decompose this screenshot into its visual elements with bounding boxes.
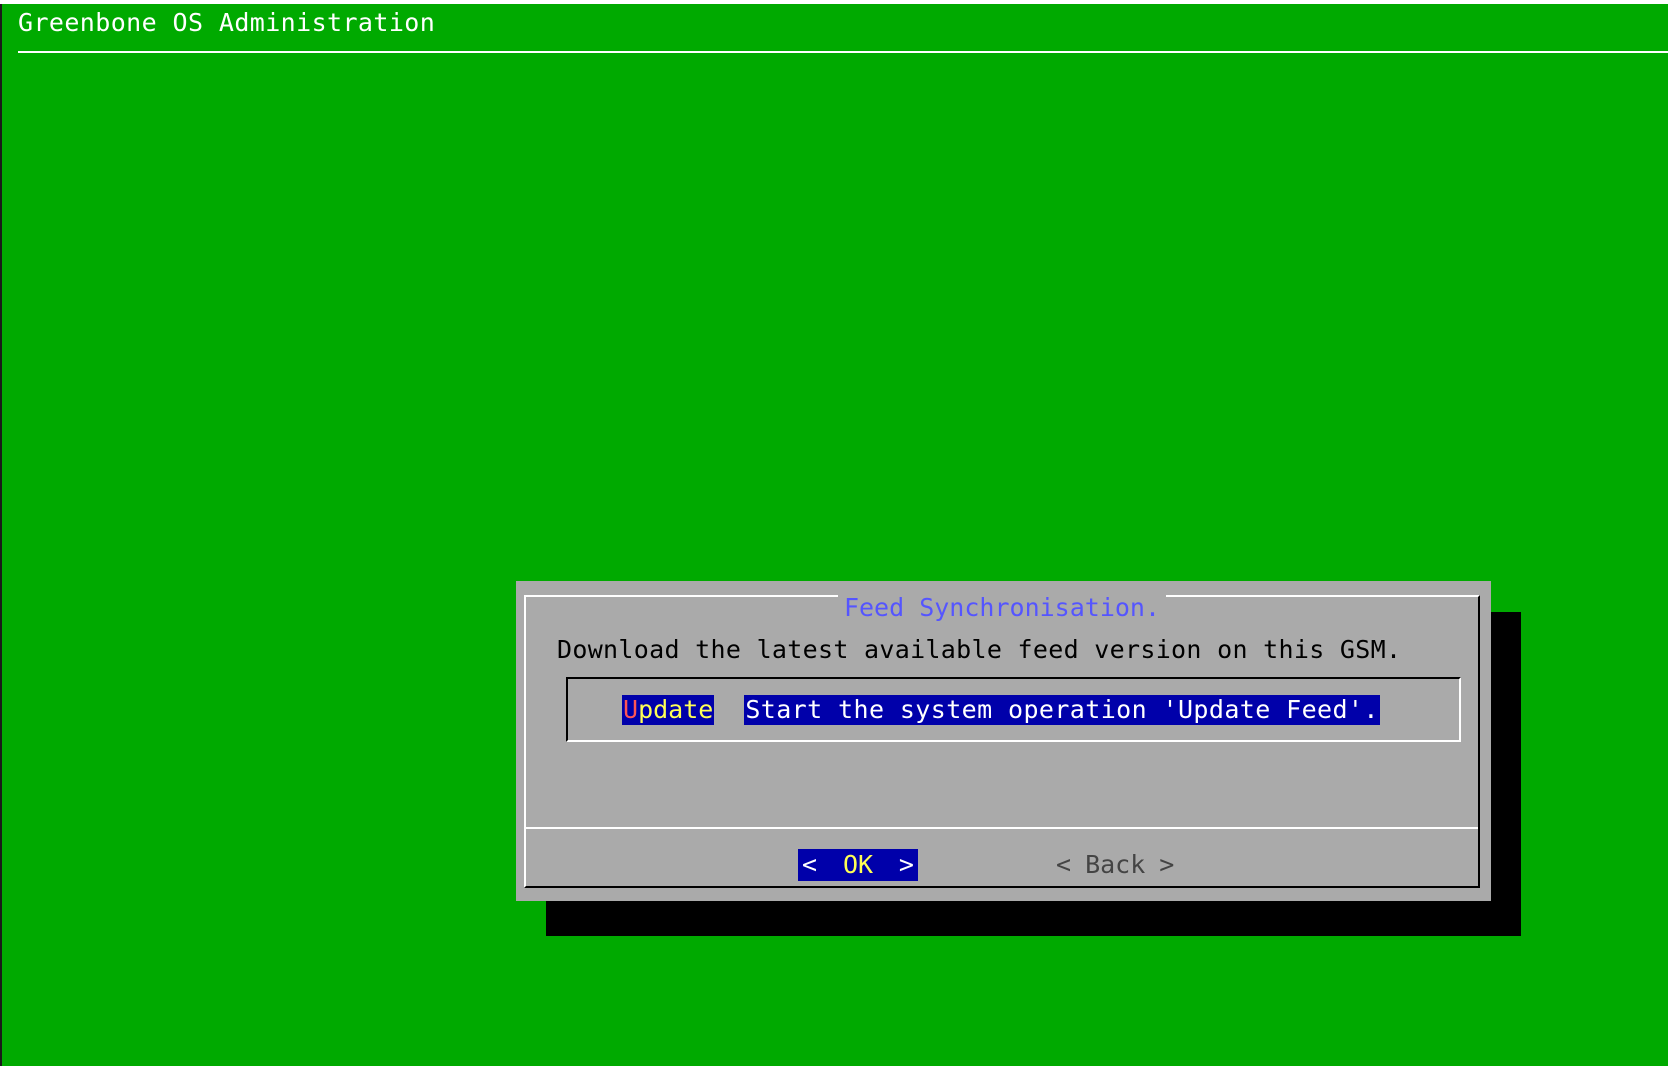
menu-item-hotkey: U xyxy=(623,695,639,724)
dialog-prompt: Download the latest available feed versi… xyxy=(557,635,1402,664)
menu-item-tag[interactable]: Update xyxy=(622,695,715,725)
back-button-right-bracket: > xyxy=(1159,850,1175,879)
ok-button-label: OK xyxy=(842,850,874,879)
menu-item-description[interactable]: Start the system operation 'Update Feed'… xyxy=(744,695,1380,725)
ok-button-left-bracket: < xyxy=(802,850,818,879)
ok-button[interactable]: < OK > xyxy=(798,849,918,881)
backtitle: Greenbone OS Administration xyxy=(18,8,436,37)
terminal-screen: Greenbone OS Administration Feed Synchro… xyxy=(2,4,1668,1066)
menu-item-tag-rest: pdate xyxy=(638,695,714,724)
backtitle-divider xyxy=(18,51,1668,53)
back-button-label: Back xyxy=(1085,850,1146,879)
dialog-title: Feed Synchronisation. xyxy=(526,593,1478,623)
feed-sync-dialog: Feed Synchronisation. Download the lates… xyxy=(516,581,1491,901)
dialog-title-text: Feed Synchronisation. xyxy=(837,593,1167,622)
menu-list: Update Start the system operation 'Updat… xyxy=(566,677,1461,742)
menu-item-update[interactable]: Update Start the system operation 'Updat… xyxy=(622,695,1380,725)
dialog-frame: Feed Synchronisation. Download the lates… xyxy=(524,593,1480,888)
back-button-left-bracket: < xyxy=(1056,850,1072,879)
ok-button-right-bracket: > xyxy=(898,850,914,879)
back-button[interactable]: < Back > xyxy=(1056,849,1174,881)
button-separator xyxy=(526,827,1478,829)
